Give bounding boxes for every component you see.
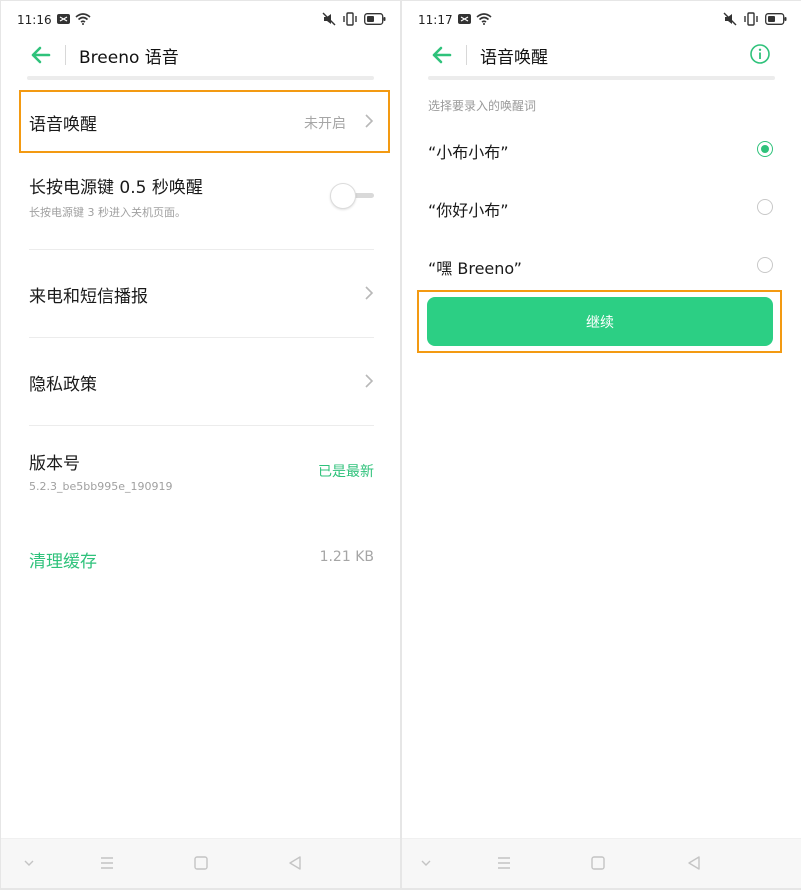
row-version[interactable]: 版本号 5.2.3_be5bb995e_190919 已是最新: [29, 449, 374, 499]
battery-icon: [765, 13, 787, 25]
nav-menu-icon[interactable]: [97, 853, 117, 873]
wake-word-option-1[interactable]: “小布小布”: [428, 131, 775, 171]
notification-icon: [458, 14, 471, 24]
row-voice-wake[interactable]: 语音唤醒 未开启: [29, 90, 374, 153]
mute-icon: [723, 12, 737, 26]
vibrate-icon: [342, 12, 358, 26]
row-power-key-wake: 长按电源键 0.5 秒唤醒 长按电源键 3 秒进入关机页面。: [29, 173, 374, 233]
cache-size: 1.21 KB: [319, 549, 374, 565]
row-value: 未开启: [304, 116, 346, 132]
chevron-right-icon: [364, 285, 374, 301]
mute-icon: [322, 12, 336, 26]
toggle-knob: [330, 183, 356, 209]
chevron-right-icon: [364, 113, 374, 129]
row-call-sms-broadcast[interactable]: 来电和短信播报: [29, 271, 374, 315]
version-status: 已是最新: [318, 464, 374, 480]
nav-down-icon[interactable]: [416, 853, 436, 873]
option-label: “嘿 Breeno”: [428, 259, 522, 278]
row-title: 语音唤醒: [29, 115, 97, 135]
nav-home-icon[interactable]: [191, 853, 211, 873]
wifi-icon: [75, 13, 91, 25]
back-arrow-icon[interactable]: [430, 44, 454, 66]
divider: [29, 425, 374, 426]
row-title: 隐私政策: [29, 375, 97, 395]
row-privacy-policy[interactable]: 隐私政策: [29, 359, 374, 403]
nav-menu-icon[interactable]: [494, 853, 514, 873]
clear-cache-label: 清理缓存: [29, 552, 97, 572]
app-header: 语音唤醒: [402, 37, 801, 73]
wifi-icon: [476, 13, 492, 25]
header-divider: [466, 45, 467, 65]
option-label: “你好小布”: [428, 201, 509, 220]
vibrate-icon: [743, 12, 759, 26]
row-title: 长按电源键 0.5 秒唤醒: [29, 178, 203, 198]
row-subtitle: 5.2.3_be5bb995e_190919: [29, 480, 173, 493]
divider: [29, 337, 374, 338]
status-time: 11:17: [418, 13, 453, 27]
nav-down-icon[interactable]: [19, 853, 39, 873]
page-title: 语音唤醒: [480, 48, 548, 68]
header-divider: [65, 45, 66, 65]
status-bar: 11:17: [402, 1, 801, 41]
radio-selected[interactable]: [757, 141, 773, 157]
radio-unselected[interactable]: [757, 257, 773, 273]
section-label: 选择要录入的唤醒词: [428, 99, 537, 113]
option-label: “小布小布”: [428, 143, 509, 162]
screen-voice-wake-setup: 11:17 语音唤醒 选择要录入的唤醒词 “小布小布” “你好小布” “嘿 Br…: [402, 1, 801, 888]
status-time: 11:16: [17, 13, 52, 27]
nav-back-icon[interactable]: [684, 853, 704, 873]
chevron-right-icon: [364, 373, 374, 389]
header-shadow-line: [27, 76, 374, 80]
status-bar: 11:16: [1, 1, 400, 41]
wake-word-option-2[interactable]: “你好小布”: [428, 189, 775, 229]
battery-icon: [364, 13, 386, 25]
navigation-bar: [402, 838, 801, 888]
radio-unselected[interactable]: [757, 199, 773, 215]
row-clear-cache[interactable]: 清理缓存 1.21 KB: [29, 547, 374, 573]
page-title: Breeno 语音: [79, 48, 179, 68]
navigation-bar: [1, 838, 400, 888]
app-header: Breeno 语音: [1, 37, 400, 73]
info-icon[interactable]: [749, 43, 771, 65]
screen-breeno-voice-settings: 11:16 Breeno 语音 语音唤醒 未开启 长按电源键 0.5 秒唤醒 长…: [1, 1, 400, 888]
back-arrow-icon[interactable]: [29, 44, 53, 66]
power-key-toggle[interactable]: [330, 183, 374, 209]
row-subtitle: 长按电源键 3 秒进入关机页面。: [29, 206, 186, 219]
nav-home-icon[interactable]: [588, 853, 608, 873]
notification-icon: [57, 14, 70, 24]
divider: [29, 249, 374, 250]
header-shadow-line: [428, 76, 775, 80]
nav-back-icon[interactable]: [285, 853, 305, 873]
continue-button[interactable]: 继续: [427, 297, 773, 346]
wake-word-option-3[interactable]: “嘿 Breeno”: [428, 247, 775, 287]
row-title: 来电和短信播报: [29, 287, 148, 307]
